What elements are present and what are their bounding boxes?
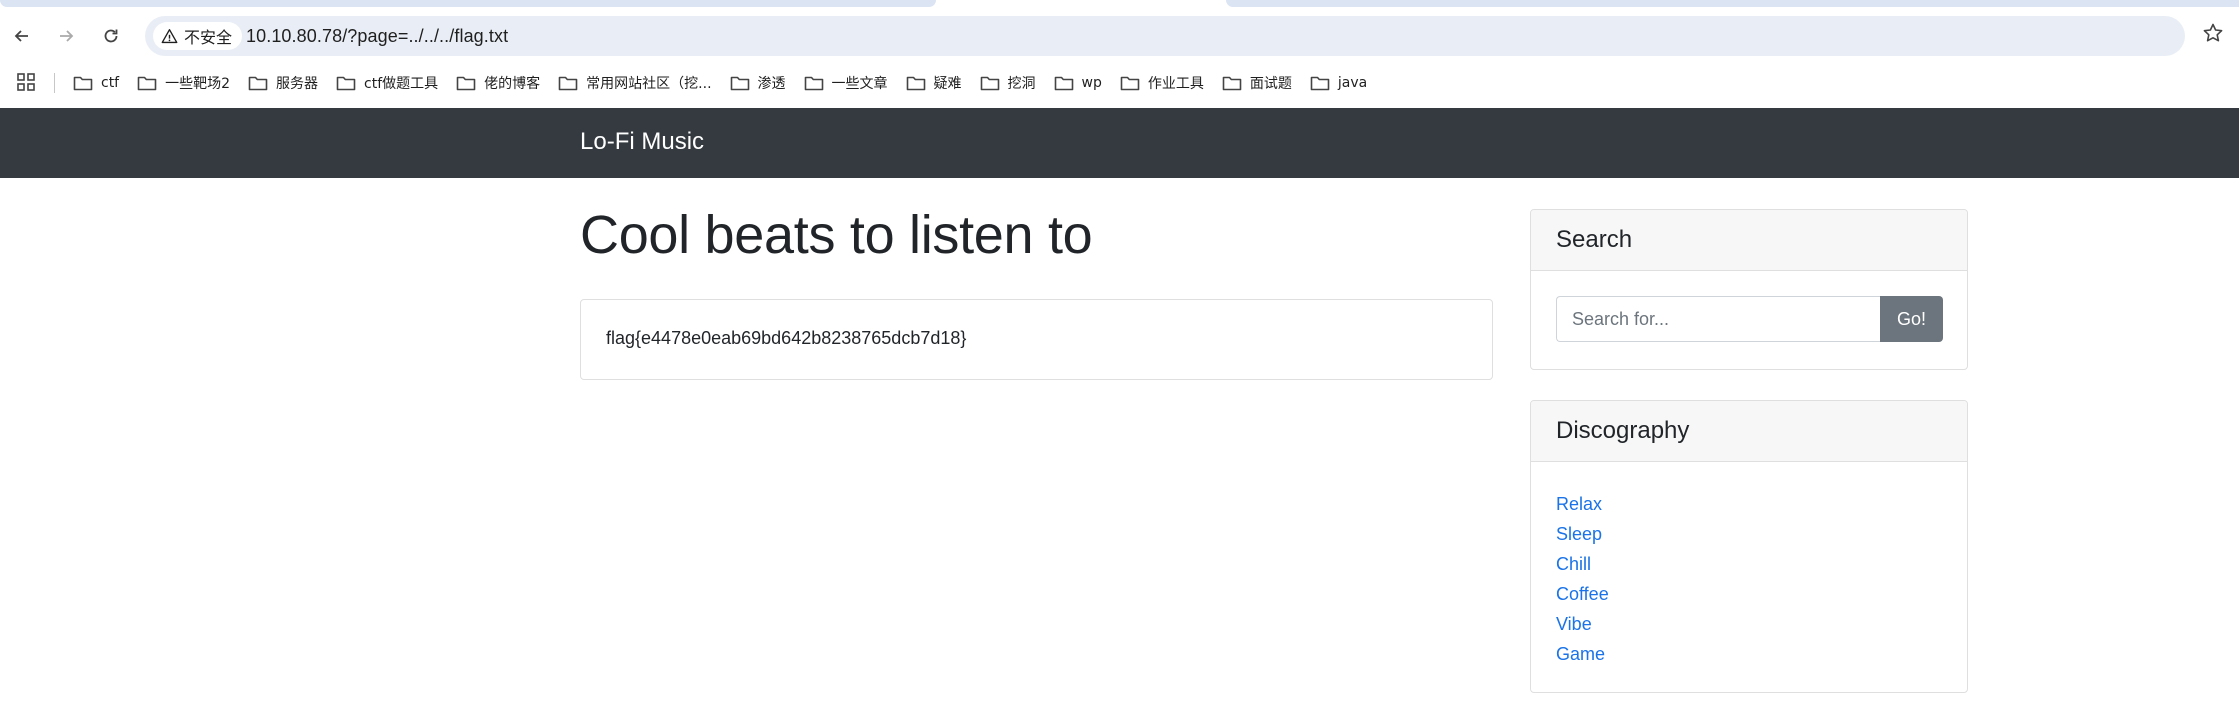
site-brand[interactable]: Lo-Fi Music (580, 128, 704, 156)
folder-icon (1310, 76, 1330, 91)
bookmark-star-icon[interactable] (2202, 22, 2224, 44)
discography-link[interactable]: Sleep (1556, 524, 1602, 544)
folder-icon (456, 76, 476, 91)
discography-list: Relax Sleep Chill Coffee Vibe Game (1556, 489, 1609, 669)
bookmark-label: 渗透 (757, 76, 786, 92)
security-label: 不安全 (184, 28, 233, 47)
tab-right[interactable] (1226, 0, 2239, 7)
bookmark-label: ctf (101, 75, 120, 91)
browser-toolbar: 不安全 10.10.80.78/?page=../../../flag.txt (0, 14, 2239, 58)
apps-grid-icon[interactable] (16, 72, 36, 92)
bookmark-folder[interactable]: 服务器 (248, 73, 328, 93)
warning-icon (161, 28, 178, 43)
folder-icon (73, 76, 93, 91)
tab-strip (0, 0, 2239, 14)
discography-card: Discography Relax Sleep Chill Coffee Vibe Gam… (1530, 400, 1968, 693)
bookmark-label: 面试题 (1249, 76, 1292, 92)
discography-heading: Discography (1531, 401, 1967, 462)
bookmark-label: 佬的博客 (484, 76, 541, 92)
bookmark-label: ctf做题工具 (364, 76, 439, 92)
folder-icon (558, 76, 578, 91)
discography-link[interactable]: Game (1556, 644, 1605, 664)
bookmark-label: 作业工具 (1147, 76, 1204, 92)
discography-link[interactable]: Chill (1556, 554, 1591, 574)
folder-icon (1222, 76, 1242, 91)
bookmark-label: wp (1081, 75, 1102, 91)
bookmark-list: ctf 一些靶场2 服务器 ctf做题工具 佬的博客 常用网站社区（挖... 渗透 一些文章 疑… (73, 70, 1385, 96)
bookmark-folder[interactable]: java (1310, 74, 1377, 92)
folder-icon (730, 76, 749, 91)
content-card: flag{e4478e0eab69bd642b8238765dcb7d18} (580, 299, 1493, 380)
discography-link[interactable]: Relax (1556, 494, 1602, 514)
bookmark-folder[interactable]: 佬的博客 (456, 73, 550, 93)
bookmark-folder[interactable]: 挖洞 (980, 73, 1046, 93)
bookmark-folder[interactable]: 一些靶场2 (137, 73, 240, 93)
bookmark-folder[interactable]: 疑难 (906, 73, 972, 93)
bookmarks-bar: ctf 一些靶场2 服务器 ctf做题工具 佬的博客 常用网站社区（挖... 渗透 一些文章 疑… (0, 64, 2239, 102)
search-card: Search Go! (1530, 209, 1968, 370)
security-chip[interactable]: 不安全 (153, 22, 243, 50)
reload-button[interactable] (99, 24, 123, 48)
folder-icon (1054, 76, 1073, 91)
bookmark-folder[interactable]: 作业工具 (1120, 73, 1214, 93)
folder-icon (804, 76, 823, 91)
bookmark-folder[interactable]: 渗透 (730, 73, 796, 93)
bookmark-label: 一些靶场2 (165, 76, 231, 92)
discography-item: Game (1556, 639, 1609, 669)
discography-item: Vibe (1556, 609, 1609, 639)
bookmark-label: 服务器 (276, 76, 319, 92)
folder-icon (980, 76, 999, 91)
tab-left[interactable] (0, 0, 936, 7)
bookmark-folder[interactable]: ctf做题工具 (336, 73, 448, 93)
arrow-right-icon (60, 30, 74, 42)
bookmark-folder[interactable]: 面试题 (1222, 73, 1302, 93)
bookmark-label: 挖洞 (1007, 76, 1036, 92)
bookmarks-divider (54, 73, 55, 93)
bookmark-label: 常用网站社区（挖... (586, 76, 712, 92)
discography-item: Coffee (1556, 579, 1609, 609)
bookmark-folder[interactable]: 一些文章 (804, 73, 898, 93)
go-button[interactable]: Go! (1880, 296, 1943, 342)
discography-item: Sleep (1556, 519, 1609, 549)
address-bar[interactable]: 不安全 10.10.80.78/?page=../../../flag.txt (145, 16, 2185, 56)
folder-icon (248, 76, 268, 91)
url-text[interactable]: 10.10.80.78/?page=../../../flag.txt (246, 26, 508, 47)
back-button[interactable] (10, 24, 34, 48)
arrow-left-icon (14, 30, 28, 42)
folder-icon (137, 76, 157, 91)
folder-icon (1120, 76, 1140, 91)
reload-icon (104, 29, 118, 43)
discography-link[interactable]: Coffee (1556, 584, 1609, 604)
bookmark-folder[interactable]: ctf (73, 74, 129, 92)
bookmark-folder[interactable]: 常用网站社区（挖... (558, 73, 721, 93)
search-input[interactable] (1556, 296, 1880, 342)
forward-button[interactable] (54, 24, 78, 48)
bookmark-label: 一些文章 (831, 76, 888, 92)
site-navbar: Lo-Fi Music (0, 108, 2239, 178)
discography-item: Chill (1556, 549, 1609, 579)
discography-link[interactable]: Vibe (1556, 614, 1592, 634)
flag-text: flag{e4478e0eab69bd642b8238765dcb7d18} (606, 328, 967, 348)
bookmark-label: java (1337, 75, 1368, 91)
discography-item: Relax (1556, 489, 1609, 519)
search-group: Go! (1556, 296, 1943, 342)
bookmark-label: 疑难 (933, 76, 962, 92)
folder-icon (906, 76, 925, 91)
page-title: Cool beats to listen to (580, 205, 1093, 265)
search-heading: Search (1531, 210, 1967, 271)
folder-icon (336, 76, 356, 91)
bookmark-folder[interactable]: wp (1054, 74, 1112, 92)
